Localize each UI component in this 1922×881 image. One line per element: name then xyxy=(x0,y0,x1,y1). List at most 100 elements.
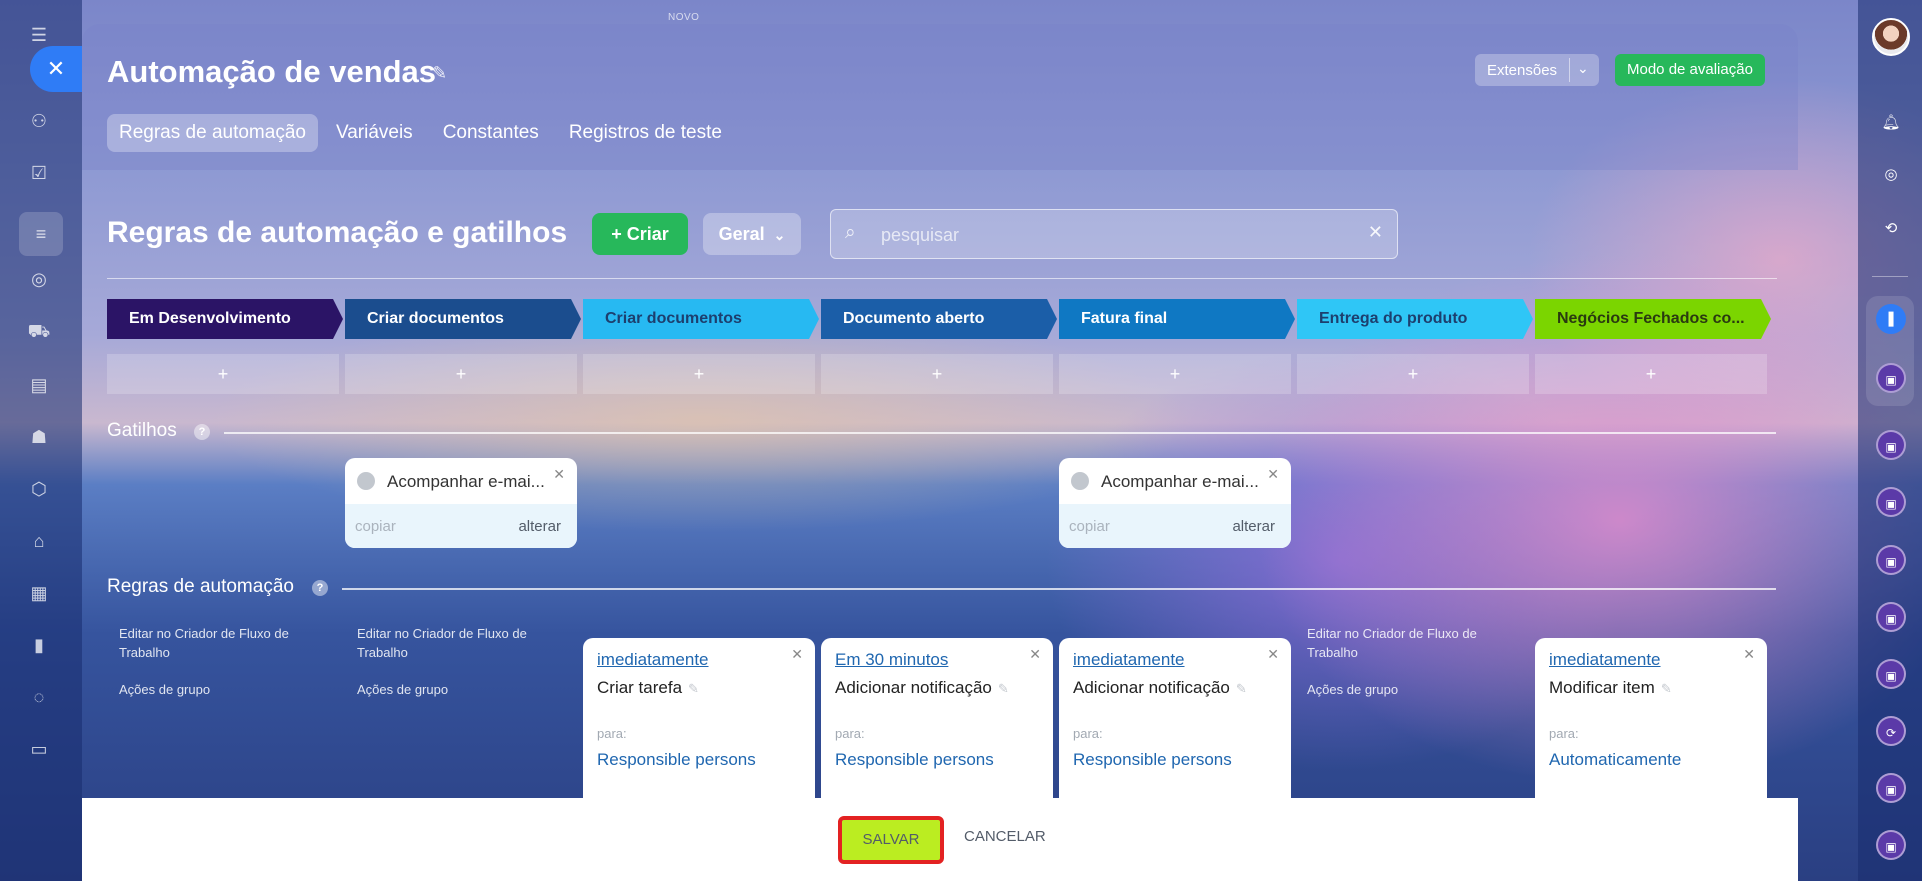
pencil-icon[interactable]: ✎ xyxy=(1661,681,1672,696)
edit-workflow-link[interactable]: Editar no Criador de Fluxo de Trabalho xyxy=(357,624,557,662)
clear-search-icon[interactable]: ✕ xyxy=(1368,222,1383,243)
stage-header: Documento aberto xyxy=(821,299,1057,339)
rules-label: Regras de automação xyxy=(107,576,294,597)
tab-constants[interactable]: Constantes xyxy=(431,114,551,152)
add-stage-item-button[interactable]: + xyxy=(583,354,815,394)
pencil-icon[interactable]: ✎ xyxy=(998,681,1009,696)
cancel-button[interactable]: CANCELAR xyxy=(964,828,1046,845)
general-dropdown[interactable]: Geral ⌄ xyxy=(703,213,801,255)
automation-panel: Automação de vendas ✎ Extensões ⌄ Modo d… xyxy=(82,24,1798,881)
add-stage-item-button[interactable]: + xyxy=(1297,354,1529,394)
add-stage-item-button[interactable]: + xyxy=(345,354,577,394)
extensions-label: Extensões xyxy=(1487,62,1558,79)
calendar-icon[interactable]: ▦ xyxy=(26,580,52,606)
settings-icon[interactable]: ◌ xyxy=(26,684,52,710)
contact-card-icon[interactable]: ▣ xyxy=(1876,487,1906,517)
divider xyxy=(107,278,1777,279)
copy-link[interactable]: copiar xyxy=(1069,518,1110,535)
notifications-icon[interactable]: 🔔︎ xyxy=(1876,108,1906,138)
rule-timing-link[interactable]: imediatamente xyxy=(597,650,709,670)
chevron-down-icon: ⌄ xyxy=(773,227,786,243)
funnel-icon[interactable]: ≡ xyxy=(19,212,63,256)
group-actions-link[interactable]: Ações de grupo xyxy=(1307,680,1398,699)
pencil-icon[interactable]: ✎ xyxy=(1236,681,1247,696)
sitemap-icon[interactable]: ⚇ xyxy=(26,108,52,134)
trigger-card[interactable]: Acompanhar e-mai... ✕ copiar alterar xyxy=(345,458,577,548)
search-input[interactable] xyxy=(881,220,1341,250)
tasks-icon[interactable]: ☑ xyxy=(26,160,52,186)
create-button[interactable]: + Criar xyxy=(592,213,688,255)
tab-variables[interactable]: Variáveis xyxy=(324,114,425,152)
triggers-label: Gatilhos xyxy=(107,420,177,441)
contact-card-icon[interactable]: ▣ xyxy=(1876,773,1906,803)
user-avatar[interactable] xyxy=(1872,18,1910,56)
contact-card-icon[interactable]: ▣ xyxy=(1876,545,1906,575)
close-icon[interactable]: ✕ xyxy=(1029,646,1041,663)
rule-target-link[interactable]: Automaticamente xyxy=(1549,750,1681,770)
chat-icon[interactable]: ⟲ xyxy=(1876,214,1906,244)
close-icon[interactable]: ✕ xyxy=(1267,646,1279,663)
menu-icon[interactable]: ☰ xyxy=(26,22,52,48)
rule-target-link[interactable]: Responsible persons xyxy=(1073,750,1232,770)
help-icon[interactable]: ? xyxy=(194,424,210,440)
stage-row: Em Desenvolvimento Criar documentos Cria… xyxy=(107,299,1797,339)
trigger-footer: copiar alterar xyxy=(345,504,577,548)
add-stage-item-button[interactable]: + xyxy=(107,354,339,394)
trigger-header: Acompanhar e-mai... ✕ xyxy=(1059,458,1291,504)
close-icon[interactable]: ✕ xyxy=(1743,646,1755,663)
pin-icon[interactable]: ✎ xyxy=(432,63,447,84)
add-stage-item-button[interactable]: + xyxy=(1535,354,1767,394)
sync-icon[interactable]: ⟳ xyxy=(1876,716,1906,746)
warehouse-icon[interactable]: ⌂ xyxy=(26,528,52,554)
save-button[interactable]: SALVAR xyxy=(838,816,944,864)
contact-card-icon[interactable]: ▣ xyxy=(1876,830,1906,860)
trigger-card[interactable]: Acompanhar e-mai... ✕ copiar alterar xyxy=(1059,458,1291,548)
add-stage-item-button[interactable]: + xyxy=(1059,354,1291,394)
close-icon[interactable]: ✕ xyxy=(553,466,565,483)
edit-workflow-link[interactable]: Editar no Criador de Fluxo de Trabalho xyxy=(119,624,319,662)
left-sidebar: ☰ ⚇ ☑ ≡ ◎ ⛟ ▤ ☗ ⬡ ⌂ ▦ ▮ ◌ ▭ xyxy=(0,0,82,881)
document-icon[interactable]: ▭ xyxy=(26,736,52,762)
contact-card-icon[interactable]: ▣ xyxy=(1876,602,1906,632)
analytics-icon[interactable]: ▮ xyxy=(26,632,52,658)
add-stage-item-button[interactable]: + xyxy=(821,354,1053,394)
box-icon[interactable]: ⬡ xyxy=(26,476,52,502)
group-actions-link[interactable]: Ações de grupo xyxy=(119,680,210,699)
copy-link[interactable]: copiar xyxy=(355,518,396,535)
close-icon[interactable]: ✕ xyxy=(791,646,803,663)
contact-card-icon[interactable]: ▣ xyxy=(1876,659,1906,689)
rule-name: Adicionar notificação ✎ xyxy=(835,678,1009,698)
group-actions-link[interactable]: Ações de grupo xyxy=(357,680,448,699)
footer-bar: SALVAR CANCELAR xyxy=(82,798,1798,881)
extensions-button[interactable]: Extensões ⌄ xyxy=(1475,54,1599,86)
tab-bar: Regras de automação Variáveis Constantes… xyxy=(107,114,734,152)
target-icon[interactable]: ◎ xyxy=(26,266,52,292)
change-link[interactable]: alterar xyxy=(518,518,561,535)
right-sidebar: 🔔︎ ◎ ⟲ ❚ ▣ ▣ ▣ ▣ ▣ ▣ ⟳ ▣ ▣ xyxy=(1858,0,1922,881)
rule-target-link[interactable]: Responsible persons xyxy=(835,750,994,770)
contacts-icon[interactable]: ▤ xyxy=(26,372,52,398)
evaluation-mode-button[interactable]: Modo de avaliação xyxy=(1615,54,1765,86)
cart-icon[interactable]: ⛟ xyxy=(26,318,52,344)
change-link[interactable]: alterar xyxy=(1232,518,1275,535)
help-icon[interactable]: ? xyxy=(312,580,328,596)
robot-icon[interactable]: ☗ xyxy=(26,424,52,450)
rule-timing-link[interactable]: Em 30 minutos xyxy=(835,650,948,670)
edit-workflow-link[interactable]: Editar no Criador de Fluxo de Trabalho xyxy=(1307,624,1507,662)
search-icon: ⌕ xyxy=(845,222,856,243)
target-icon[interactable]: ◎ xyxy=(1876,160,1906,190)
rule-timing-link[interactable]: imediatamente xyxy=(1549,650,1661,670)
pencil-icon[interactable]: ✎ xyxy=(688,681,699,696)
chevron-down-icon[interactable]: ⌄ xyxy=(1577,60,1589,77)
rule-timing-link[interactable]: imediatamente xyxy=(1073,650,1185,670)
bookmark-icon[interactable]: ❚ xyxy=(1876,304,1906,334)
close-button[interactable]: ✕ xyxy=(30,46,82,92)
stage-header: Criar documentos xyxy=(345,299,581,339)
rule-target-link[interactable]: Responsible persons xyxy=(597,750,756,770)
contact-card-icon[interactable]: ▣ xyxy=(1876,430,1906,460)
tab-automation-rules[interactable]: Regras de automação xyxy=(107,114,318,152)
rule-name: Criar tarefa ✎ xyxy=(597,678,699,698)
tab-test-records[interactable]: Registros de teste xyxy=(557,114,734,152)
contact-card-icon[interactable]: ▣ xyxy=(1876,363,1906,393)
close-icon[interactable]: ✕ xyxy=(1267,466,1279,483)
